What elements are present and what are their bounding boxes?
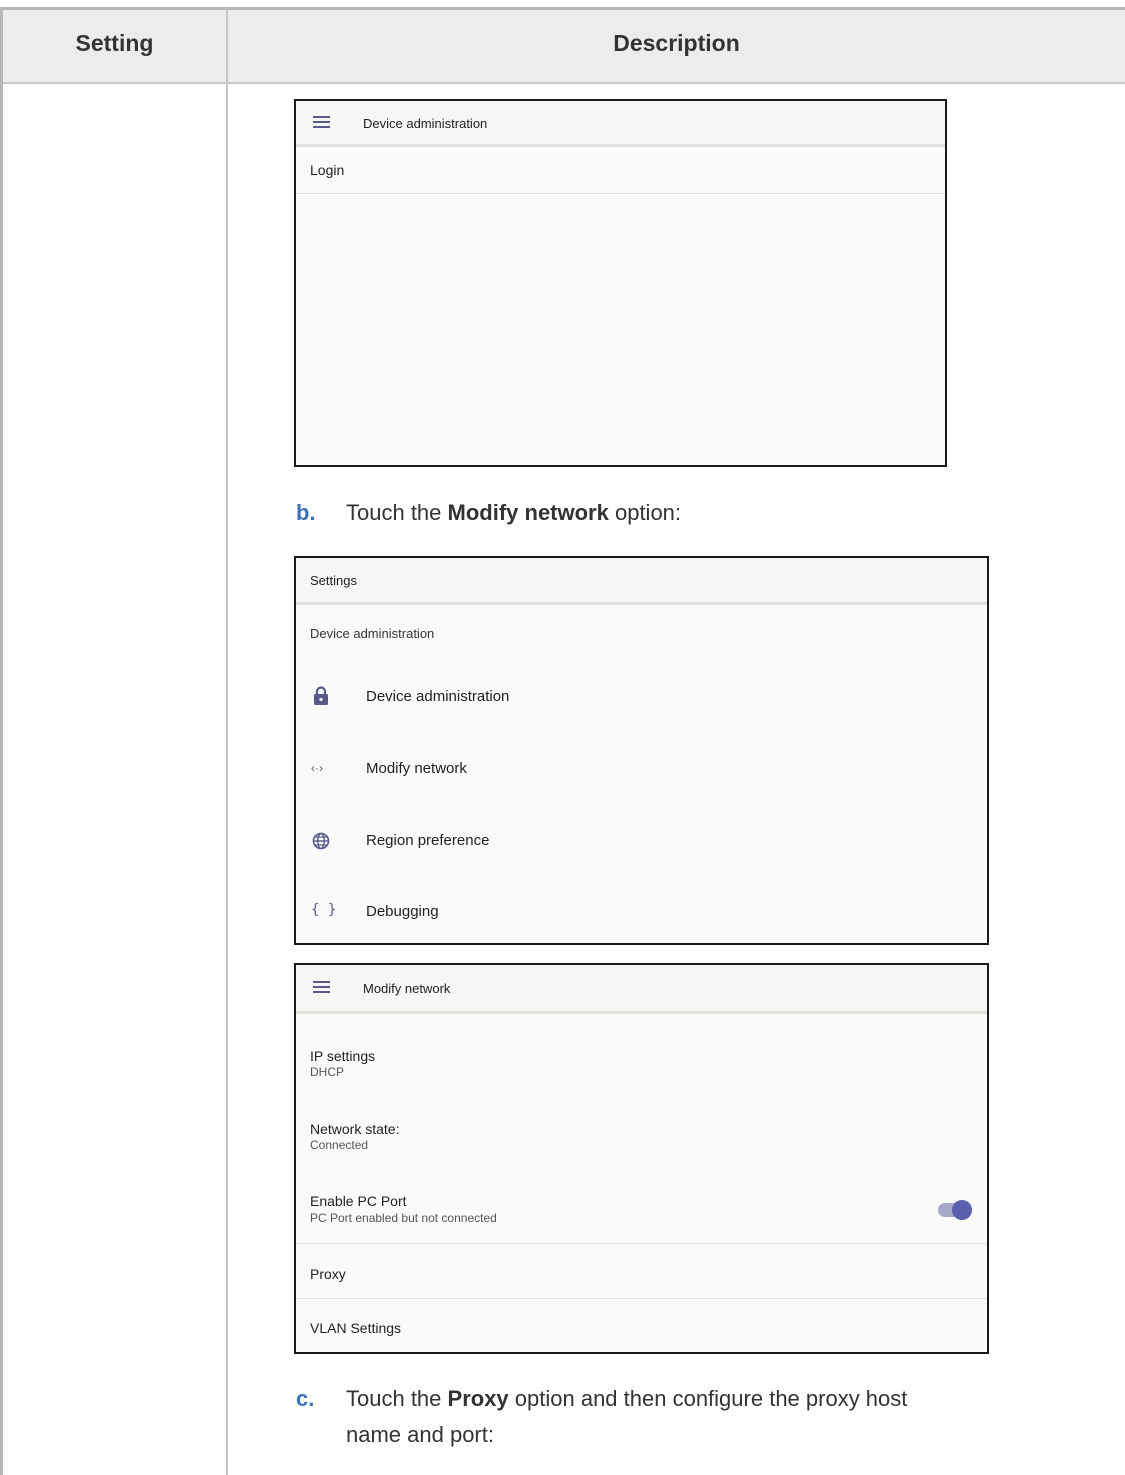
divider (296, 1243, 987, 1244)
menu-item-region-preference[interactable]: Region preference (366, 832, 489, 849)
screenshot-settings: Settings Device administration Device ad… (294, 556, 989, 945)
column-header-setting: Setting (75, 30, 154, 56)
screenshot-modify-network: Modify network IP settings DHCP Network … (294, 963, 989, 1354)
app-bar-title: Device administration (363, 116, 488, 131)
divider (296, 1298, 987, 1299)
enable-pc-port-label: Enable PC Port (310, 1193, 407, 1209)
braces-icon: { } (311, 902, 337, 918)
network-state-label: Network state: (310, 1121, 400, 1137)
table-header-divider (0, 82, 1125, 84)
vlan-settings-item[interactable]: VLAN Settings (310, 1320, 401, 1336)
network-arrows-icon: ‹·› (311, 761, 323, 775)
network-state-value: Connected (310, 1138, 369, 1152)
step-bold-option: Modify network (447, 500, 609, 525)
enable-pc-port-status: PC Port enabled but not connected (310, 1211, 497, 1225)
lock-icon (314, 686, 328, 705)
step-bold-option: Proxy (447, 1386, 509, 1411)
step-text: Touch the Proxy option and then configur… (346, 1386, 908, 1411)
table-column-divider (226, 10, 228, 1475)
hamburger-menu-icon[interactable] (313, 981, 330, 993)
toggle-knob (952, 1200, 972, 1220)
pc-port-toggle[interactable] (938, 1199, 974, 1221)
app-bar: Device administration (296, 101, 945, 147)
app-bar: Settings (296, 558, 987, 605)
step-letter: c. (296, 1386, 315, 1411)
table-left-border (0, 10, 3, 1475)
app-bar: Modify network (296, 965, 987, 1014)
ip-settings-value: DHCP (310, 1065, 345, 1079)
step-text-line2: name and port: (346, 1422, 494, 1447)
hamburger-menu-icon[interactable] (313, 116, 330, 128)
globe-icon (312, 832, 330, 850)
login-item[interactable]: Login (310, 162, 344, 178)
divider (296, 193, 945, 194)
app-bar-title: Settings (310, 573, 357, 588)
section-header: Device administration (310, 626, 435, 641)
screenshot-device-administration-login: Device administration Login (294, 99, 947, 467)
ip-settings-label[interactable]: IP settings (310, 1048, 375, 1064)
app-bar-title: Modify network (363, 981, 451, 996)
menu-item-modify-network[interactable]: Modify network (366, 760, 467, 777)
step-text: Touch the Modify network option: (346, 500, 682, 525)
proxy-item[interactable]: Proxy (310, 1266, 346, 1282)
menu-item-debugging[interactable]: Debugging (366, 903, 439, 920)
column-header-description: Description (613, 30, 740, 56)
menu-item-device-administration[interactable]: Device administration (366, 688, 509, 705)
step-letter: b. (296, 500, 316, 525)
